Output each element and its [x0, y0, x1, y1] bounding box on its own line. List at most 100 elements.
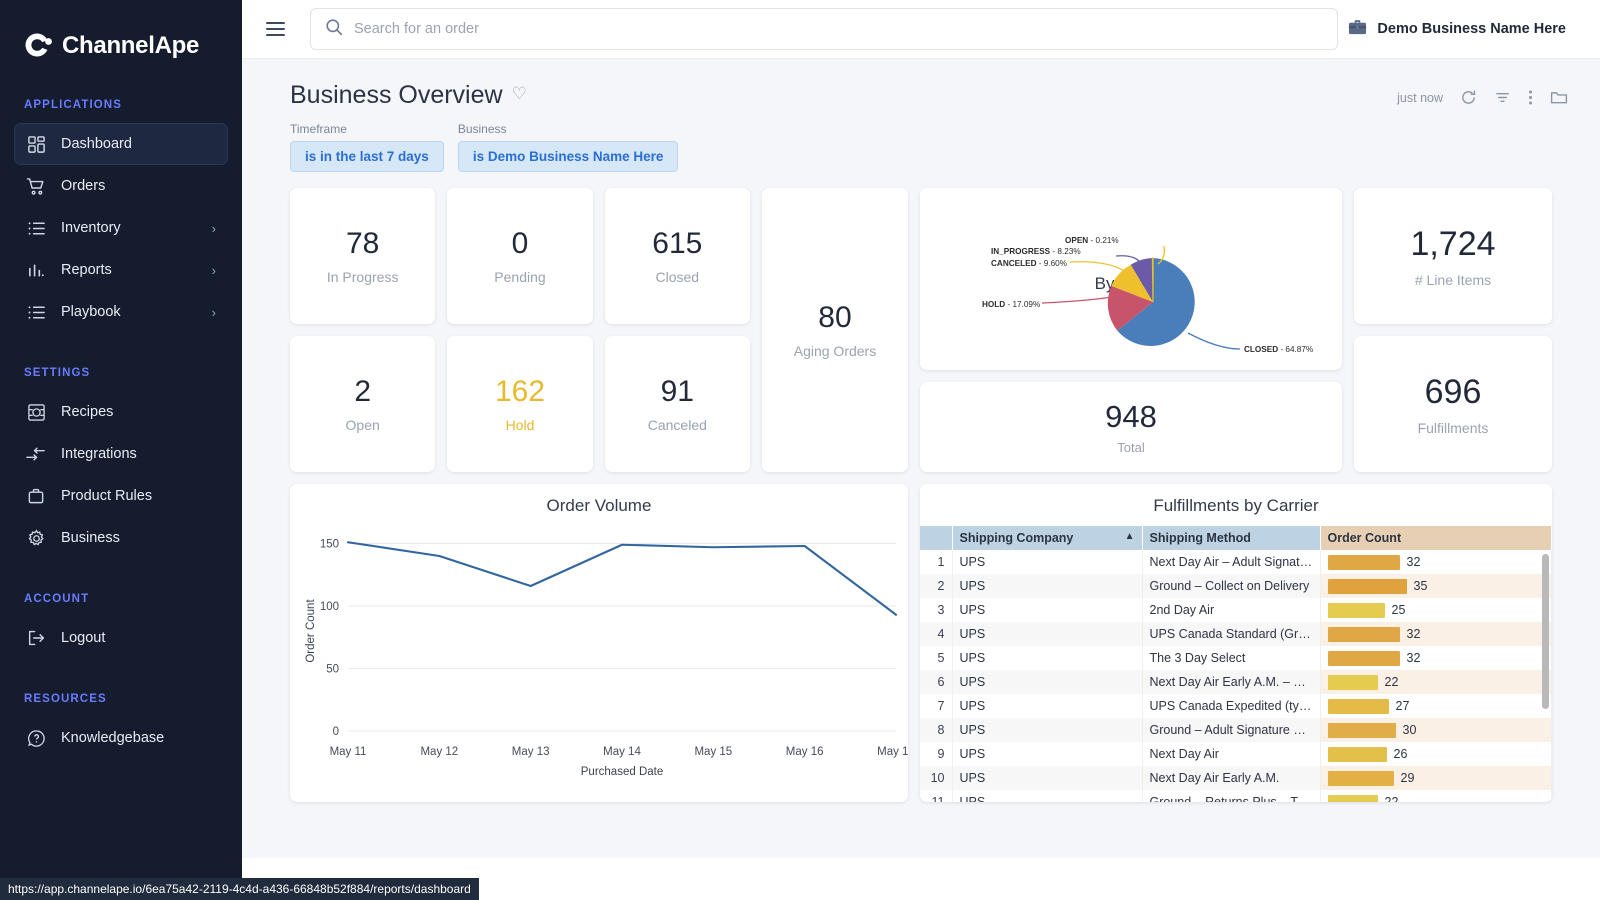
kpi-card-hold[interactable]: 162 Hold: [447, 336, 592, 472]
briefcase-icon: [24, 487, 48, 505]
y-tick-label: 150: [320, 539, 339, 551]
cell-shipping-company: UPS: [952, 694, 1142, 718]
sidebar-item-inventory[interactable]: Inventory›: [14, 207, 228, 249]
cell-shipping-company: UPS: [952, 550, 1142, 574]
sidebar-item-label: Dashboard: [61, 136, 132, 152]
kpi-card-canceled[interactable]: 91 Canceled: [605, 336, 750, 472]
col-shipping-company[interactable]: Shipping Company ▲: [952, 526, 1142, 550]
kpi-card-aging-orders[interactable]: 80 Aging Orders: [762, 188, 908, 472]
list-icon: [24, 220, 48, 237]
kpi-card-fulfillments[interactable]: 696 Fulfillments: [1354, 336, 1552, 472]
carrier-table-scroll[interactable]: 1UPSNext Day Air – Adult Signature Requi…: [920, 550, 1552, 802]
search-box[interactable]: [310, 8, 1338, 50]
row-index: 4: [920, 622, 952, 646]
table-row[interactable]: 1UPSNext Day Air – Adult Signature Requi…: [920, 550, 1551, 574]
briefcase-icon: [1348, 18, 1367, 41]
kpi-card-closed[interactable]: 615 Closed: [605, 188, 750, 324]
kpi-label: In Progress: [327, 269, 399, 285]
sidebar-item-reports[interactable]: Reports›: [14, 249, 228, 291]
cell-shipping-method: 2nd Day Air: [1142, 598, 1320, 622]
kpi-label: Aging Orders: [794, 343, 876, 359]
row-index: 1: [920, 550, 952, 574]
sidebar-item-label: Inventory: [61, 220, 121, 236]
grid-icon: [24, 135, 48, 154]
kpi-card-open[interactable]: 2 Open: [290, 336, 435, 472]
table-row[interactable]: 10UPSNext Day Air Early A.M.29: [920, 766, 1551, 790]
filter-icon[interactable]: [1494, 89, 1511, 106]
more-vertical-icon[interactable]: [1528, 89, 1533, 106]
row-index: 11: [920, 790, 952, 802]
row-index: 6: [920, 670, 952, 694]
cell-shipping-company: UPS: [952, 574, 1142, 598]
order-count-value: 35: [1414, 579, 1428, 593]
cell-shipping-method: Ground – Adult Signature Required: [1142, 718, 1320, 742]
table-row[interactable]: 7UPSUPS Canada Expedited (typically 2-da…: [920, 694, 1551, 718]
hamburger-icon[interactable]: [258, 12, 292, 46]
order-count-value: 32: [1407, 555, 1421, 569]
table-row[interactable]: 11UPSGround – Returns Plus – Three Picku…: [920, 790, 1551, 802]
order-volume-chart-card[interactable]: Order Volume 050100150May 11May 12May 13…: [290, 484, 908, 802]
table-row[interactable]: 2UPSGround – Collect on Delivery35: [920, 574, 1551, 598]
cell-shipping-company: UPS: [952, 598, 1142, 622]
kpi-card-in-progress[interactable]: 78 In Progress: [290, 188, 435, 324]
sidebar-item-business[interactable]: Business: [14, 517, 228, 559]
row-index: 8: [920, 718, 952, 742]
refresh-icon[interactable]: [1460, 89, 1477, 106]
table-row[interactable]: 8UPSGround – Adult Signature Required30: [920, 718, 1551, 742]
sidebar-item-recipes[interactable]: Recipes: [14, 391, 228, 433]
business-name: Demo Business Name Here: [1377, 21, 1566, 37]
table-row[interactable]: 4UPSUPS Canada Standard (Ground)32: [920, 622, 1551, 646]
order-count-bar-wrap: 27: [1328, 697, 1544, 715]
business-selector[interactable]: Demo Business Name Here: [1348, 18, 1582, 41]
sidebar-section-label: RESOURCES: [0, 693, 242, 705]
pie-label-open: OPEN - 0.21%: [1065, 236, 1119, 245]
table-row[interactable]: 3UPS2nd Day Air25: [920, 598, 1551, 622]
table-row[interactable]: 9UPSNext Day Air26: [920, 742, 1551, 766]
sidebar-item-product-rules[interactable]: Product Rules: [14, 475, 228, 517]
kpi-label: Open: [346, 417, 380, 433]
kpi-value: 2: [354, 375, 371, 408]
sidebar-item-label: Playbook: [61, 304, 121, 320]
sidebar-item-dashboard[interactable]: Dashboard: [14, 123, 228, 165]
topbar: Demo Business Name Here: [242, 0, 1600, 59]
kpi-card-pending[interactable]: 0 Pending: [447, 188, 592, 324]
kpi-label: Pending: [494, 269, 545, 285]
cell-order-count: 32: [1320, 646, 1551, 670]
kpi-value: 162: [495, 375, 545, 408]
cart-icon: [24, 177, 48, 196]
order-count-bar: [1328, 747, 1387, 762]
folder-icon[interactable]: [1550, 89, 1568, 106]
kpi-card-total[interactable]: 948 Total: [920, 382, 1342, 472]
order-count-value: 32: [1407, 627, 1421, 641]
order-count-bar: [1328, 579, 1407, 594]
table-row[interactable]: 6UPSNext Day Air Early A.M. – Saturday D…: [920, 670, 1551, 694]
col-order-count[interactable]: Order Count: [1320, 526, 1551, 550]
by-status-chart-card[interactable]: By Status: [920, 188, 1342, 370]
table-vertical-scrollbar[interactable]: [1542, 554, 1549, 709]
table-row[interactable]: 5UPSThe 3 Day Select32: [920, 646, 1551, 670]
fulfillments-by-carrier-card[interactable]: Fulfillments by Carrier Shipping Company…: [920, 484, 1552, 802]
sidebar: ChannelApe APPLICATIONSDashboardOrdersIn…: [0, 0, 242, 900]
order-count-value: 25: [1392, 603, 1406, 617]
order-count-bar: [1328, 795, 1378, 803]
sidebar-item-logout[interactable]: Logout: [14, 617, 228, 659]
sidebar-item-orders[interactable]: Orders: [14, 165, 228, 207]
x-axis-label: Purchased Date: [581, 766, 663, 778]
brand[interactable]: ChannelApe: [0, 0, 242, 61]
cell-order-count: 29: [1320, 766, 1551, 790]
filter-chip[interactable]: is Demo Business Name Here: [458, 141, 679, 172]
order-count-value: 22: [1385, 795, 1399, 802]
sidebar-item-playbook[interactable]: Playbook›: [14, 291, 228, 333]
heart-icon[interactable]: ♡: [512, 84, 527, 104]
search-input[interactable]: [354, 21, 1323, 37]
order-count-bar-wrap: 32: [1328, 553, 1544, 571]
filter-chip[interactable]: is in the last 7 days: [290, 141, 444, 172]
sidebar-item-integrations[interactable]: Integrations: [14, 433, 228, 475]
kpi-value: 0: [512, 227, 529, 260]
kpi-label: Total: [1117, 440, 1144, 455]
col-shipping-method[interactable]: Shipping Method: [1142, 526, 1320, 550]
row-index: 5: [920, 646, 952, 670]
kpi-card-line-items[interactable]: 1,724 # Line Items: [1354, 188, 1552, 324]
sidebar-item-knowledgebase[interactable]: Knowledgebase: [14, 717, 228, 759]
y-tick-label: 0: [333, 726, 339, 738]
